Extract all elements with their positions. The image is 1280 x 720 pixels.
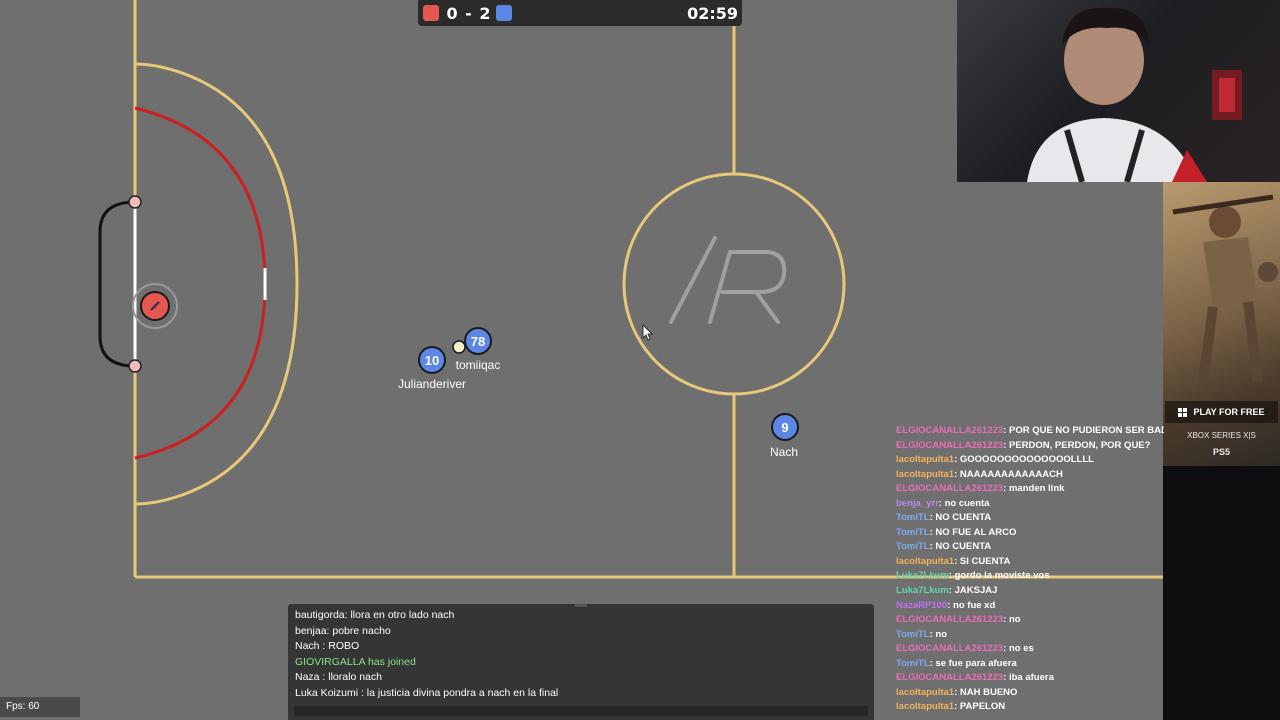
twitch-chat-username[interactable]: lacoltapulta1 xyxy=(896,469,954,480)
goal-post-top xyxy=(128,195,142,209)
ball xyxy=(452,340,466,354)
twitch-chat-username[interactable]: ELGIOCANALLA261223 xyxy=(896,614,1003,625)
twitch-chat-message: NAH BUENO xyxy=(959,686,1018,698)
twitch-chat-line: benja_yrr: no cuenta xyxy=(896,497,1164,512)
twitch-chat-line: TomiTL: NO FUE AL ARCO xyxy=(896,526,1164,541)
twitch-chat-line: lacoltapulta1: NAAAAAAAAAAAACH xyxy=(896,468,1164,483)
twitch-chat-line: lacoltapulta1: SI CUENTA xyxy=(896,555,1164,570)
twitch-chat-username[interactable]: lacoltapulta1 xyxy=(896,701,954,712)
twitch-chat-line: TomiTL: NO CUENTA xyxy=(896,540,1164,555)
chat-resize-handle[interactable] xyxy=(575,604,587,607)
game-chat-input[interactable] xyxy=(294,706,868,716)
game-chat-message: Naza : lloralo nach xyxy=(295,671,382,683)
game-chat-message: Nach : ROBO xyxy=(295,640,360,652)
twitch-chat-line: NazaRP100: no fue xd xyxy=(896,599,1164,614)
ad-banner[interactable]: PLAY FOR FREE XBOX SERIES X|S PS5 xyxy=(1163,182,1280,466)
twitch-chat-message: no xyxy=(935,628,948,640)
game-chat-panel: bautigorda: llora en otro lado nach benja… xyxy=(288,604,874,720)
twitch-chat-line: lacoltapulta1: PAPELON xyxy=(896,700,1164,715)
twitch-chat-username[interactable]: TomiTL xyxy=(896,541,930,552)
twitch-chat-line: TomiTL: se fue para afuera xyxy=(896,657,1164,672)
twitch-chat-username[interactable]: ELGIOCANALLA261223 xyxy=(896,483,1003,494)
twitch-chat-line: ELGIOCANALLA261223: PERDON, PERDON, POR … xyxy=(896,439,1164,454)
twitch-chat-username[interactable]: TomiTL xyxy=(896,629,930,640)
play-for-free-button[interactable]: PLAY FOR FREE xyxy=(1165,401,1278,423)
twitch-chat-username[interactable]: TomiTL xyxy=(896,658,930,669)
twitch-chat-line: ELGIOCANALLA261223: POR QUE NO PUDIERON … xyxy=(896,424,1164,439)
twitch-chat-username[interactable]: ELGIOCANALLA261223 xyxy=(896,672,1003,683)
player-disc-78: 78 xyxy=(464,327,492,355)
play-for-free-label: PLAY FOR FREE xyxy=(1193,407,1265,417)
twitch-chat-message: NO CUENTA xyxy=(935,541,992,553)
twitch-chat-username[interactable]: ELGIOCANALLA261223 xyxy=(896,643,1003,654)
twitch-chat-username[interactable]: benja_yrr xyxy=(896,498,939,509)
svg-text:9: 9 xyxy=(781,420,788,435)
red-team-square xyxy=(423,5,439,21)
twitch-chat-message: POR QUE NO PUDIERON SER BAD BUNNY xyxy=(1008,425,1164,436)
twitch-chat-message: JAKSJAJ xyxy=(954,585,998,597)
twitch-chat-line: TomiTL: NO CUENTA xyxy=(896,511,1164,526)
twitch-chat-message: NO FUE AL ARCO xyxy=(935,526,1017,538)
twitch-chat-message: PAPELON xyxy=(959,701,1006,713)
player-name-julianderiver: Julianderiver xyxy=(397,377,467,391)
twitch-chat-line: lacoltapulta1: GOOOOOOOOOOOOOOLLLL xyxy=(896,453,1164,468)
twitch-chat-line: TomiTL: no xyxy=(896,628,1164,643)
platform-xbox: XBOX SERIES X|S xyxy=(1187,431,1256,440)
twitch-chat-line: Luka7Lkum: gordo la moviste vos xyxy=(896,569,1164,584)
twitch-chat-line: ELGIOCANALLA261223: iba afuera xyxy=(896,671,1164,686)
webcam-overlay xyxy=(957,0,1280,182)
player-disc-9: 9 xyxy=(771,413,799,441)
goal-post-bottom xyxy=(128,359,142,373)
twitch-chat-username[interactable]: lacoltapulta1 xyxy=(896,454,954,465)
twitch-chat-line: lacoltapulta1: NAH BUENO xyxy=(896,686,1164,701)
twitch-chat: ELGIOCANALLA261223: POR QUE NO PUDIERON … xyxy=(896,424,1164,715)
twitch-chat-message: PERDON, PERDON, POR QUE? xyxy=(1008,439,1151,451)
twitch-chat-username[interactable]: NazaRP100 xyxy=(896,600,947,611)
game-chat-message: bautigorda: llora en otro lado nach xyxy=(295,609,455,621)
twitch-chat-message: se fue para afuera xyxy=(935,657,1017,669)
twitch-chat-username[interactable]: Luka7Lkum xyxy=(896,585,949,596)
twitch-chat-message: iba afuera xyxy=(1008,672,1054,684)
game-chat-message: Luka Koizumi : la justicia divina pondra… xyxy=(295,686,559,699)
fps-counter: Fps: 60 xyxy=(0,697,80,717)
twitch-chat-username[interactable]: TomiTL xyxy=(896,512,930,523)
twitch-chat-message: no es xyxy=(1008,643,1034,655)
match-timer: 02:59 xyxy=(687,4,738,23)
twitch-chat-message: no cuenta xyxy=(944,497,990,509)
twitch-chat-line: ELGIOCANALLA261223: no xyxy=(896,613,1164,628)
twitch-chat-username[interactable]: TomiTL xyxy=(896,527,930,538)
twitch-chat-message: manden link xyxy=(1008,483,1065,495)
streamer-silhouette xyxy=(1027,7,1242,182)
twitch-chat-username[interactable]: lacoltapulta1 xyxy=(896,687,954,698)
twitch-chat-username[interactable]: ELGIOCANALLA261223 xyxy=(896,440,1003,451)
ad-soldier-art xyxy=(1172,194,1278,383)
twitch-chat-message: SI CUENTA xyxy=(959,555,1011,567)
twitch-chat-line: Luka7Lkum: JAKSJAJ xyxy=(896,584,1164,599)
svg-text:78: 78 xyxy=(471,334,485,349)
player-name-tomiiqac: tomiiqac xyxy=(455,358,501,372)
score-text: 0 - 2 xyxy=(446,4,492,23)
scoreboard: 0 - 2 02:59 xyxy=(418,0,742,26)
twitch-chat-message: NAAAAAAAAAAAACH xyxy=(959,468,1063,480)
windows-icon xyxy=(1178,407,1188,417)
svg-text:10: 10 xyxy=(425,353,439,368)
twitch-chat-message: NO CUENTA xyxy=(935,512,992,524)
platform-ps5: PS5 xyxy=(1212,447,1230,457)
twitch-chat-username[interactable]: lacoltapulta1 xyxy=(896,556,954,567)
twitch-chat-username[interactable]: ELGIOCANALLA261223 xyxy=(896,425,1003,436)
side-panel xyxy=(1163,466,1280,720)
game-chat-messages: bautigorda: llora en otro lado nach benja… xyxy=(295,608,558,701)
player-name-nach: Nach xyxy=(769,445,799,459)
twitch-chat-username[interactable]: Luka7Lkum xyxy=(896,570,949,581)
player-disc-10: 10 xyxy=(418,346,446,374)
twitch-chat-line: ELGIOCANALLA261223: no es xyxy=(896,642,1164,657)
twitch-chat-message: no xyxy=(1008,614,1021,626)
twitch-chat-message: gordo la moviste vos xyxy=(954,570,1050,582)
game-chat-message: GIOVIRGALLA has joined xyxy=(295,655,416,668)
twitch-chat-line: ELGIOCANALLA261223: manden link xyxy=(896,482,1164,497)
twitch-chat-message: GOOOOOOOOOOOOOOLLLL xyxy=(959,454,1094,466)
twitch-chat-message: no fue xd xyxy=(953,599,996,611)
game-chat-message: benjaa: pobre nacho xyxy=(295,624,391,637)
blue-team-square xyxy=(496,5,512,21)
